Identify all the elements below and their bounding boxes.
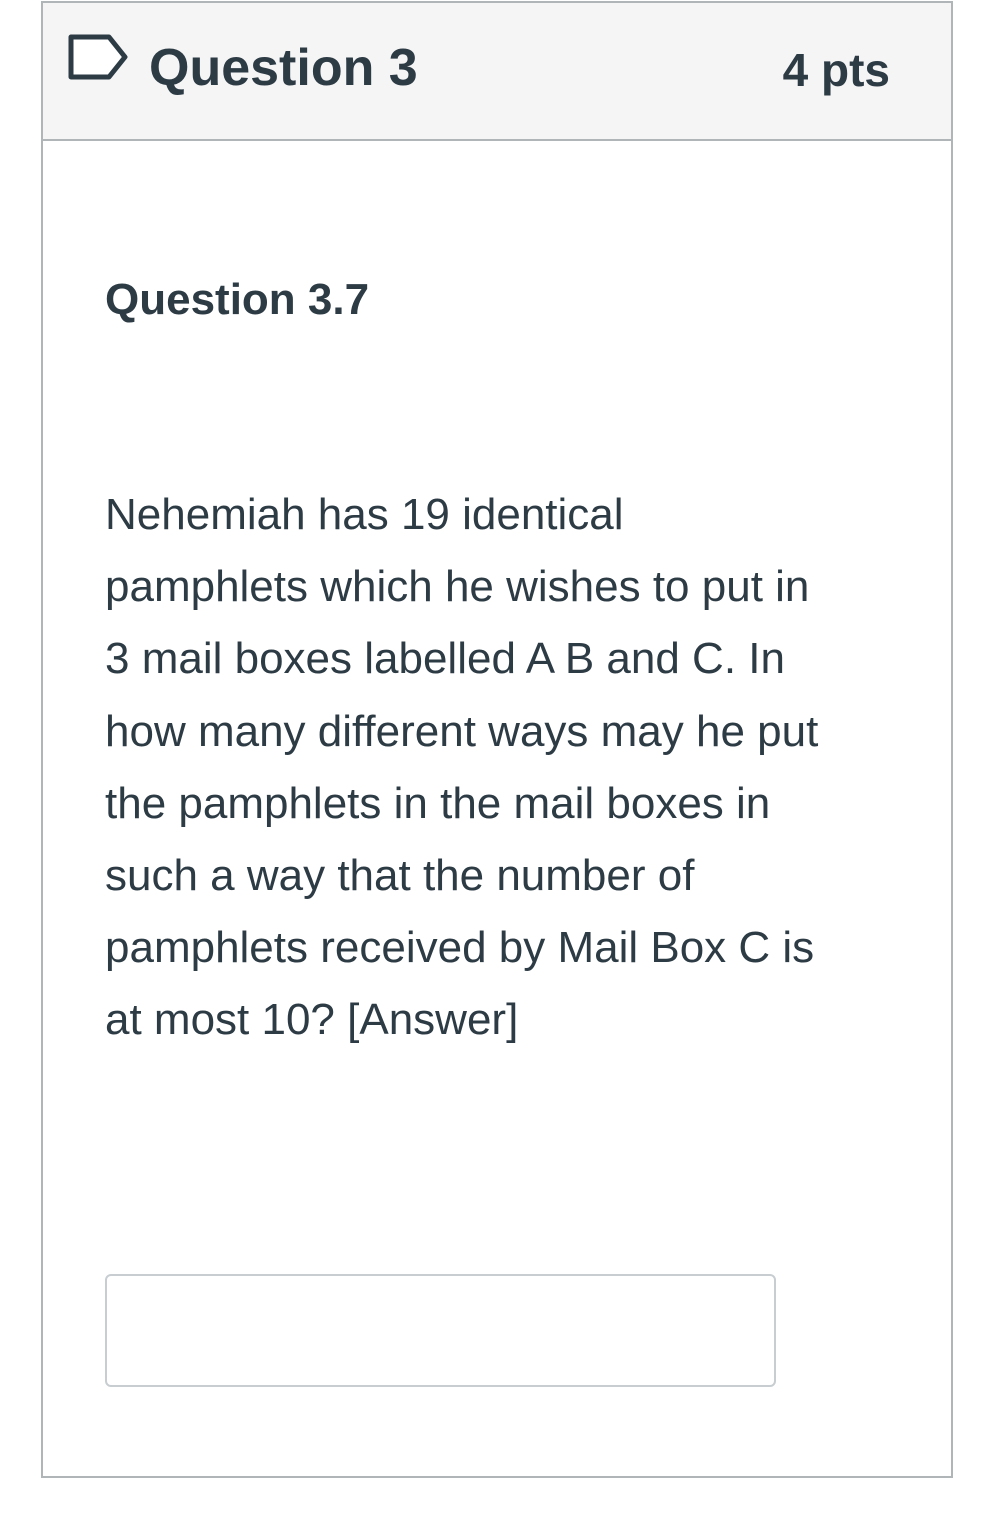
flag-outline-icon[interactable]	[67, 33, 131, 89]
question-title: Question 3	[149, 39, 418, 97]
question-subtitle: Question 3.7	[105, 275, 370, 324]
question-text-line: such a way that the number of	[105, 851, 695, 901]
question-text-line: pamphlets which he wishes to put in	[105, 562, 810, 612]
answer-input[interactable]	[105, 1274, 776, 1387]
question-text-line: how many different ways may he put	[105, 706, 819, 756]
question-points: 4 pts	[782, 44, 890, 96]
question-text-line: pamphlets received by Mail Box C is	[105, 923, 815, 973]
question-text: Nehemiah has 19 identical pamphlets whic…	[105, 479, 895, 1057]
question-text-line: the pamphlets in the mail boxes in	[105, 778, 771, 828]
question-header: Question 3 4 pts	[43, 3, 951, 141]
question-text-line: Nehemiah has 19 identical	[105, 490, 624, 539]
question-text-line: 3 mail boxes labelled A B and C. In	[105, 634, 785, 684]
question-text-line: at most 10? [Answer]	[105, 995, 519, 1045]
question-card: Question 3 4 pts Question 3.7 Nehemiah h…	[41, 1, 953, 1478]
